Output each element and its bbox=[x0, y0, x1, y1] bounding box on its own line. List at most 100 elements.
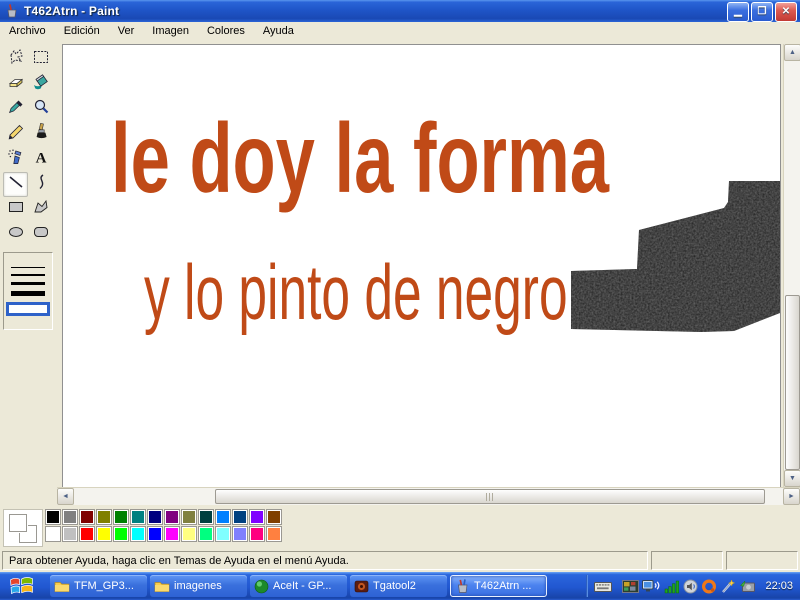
palette-swatch[interactable] bbox=[45, 526, 61, 542]
tool-brush[interactable] bbox=[28, 122, 53, 147]
tool-eraser[interactable] bbox=[3, 72, 28, 97]
menu-item-edicion[interactable]: Edición bbox=[55, 23, 109, 39]
palette-swatch[interactable] bbox=[62, 509, 78, 525]
vertical-scrollbar[interactable]: ▲ ▼ bbox=[783, 44, 800, 487]
folder-icon bbox=[154, 579, 170, 593]
taskbar-button-label: Tgatool2 bbox=[373, 580, 416, 592]
paint-app-icon bbox=[4, 3, 20, 19]
tray-volume-icon[interactable] bbox=[683, 579, 698, 594]
menu-item-colores[interactable]: Colores bbox=[198, 23, 254, 39]
palette-swatch[interactable] bbox=[79, 526, 95, 542]
tray-divider bbox=[586, 575, 588, 597]
scroll-down-button[interactable]: ▼ bbox=[784, 470, 800, 487]
palette-swatch[interactable] bbox=[147, 509, 163, 525]
palette-swatch[interactable] bbox=[249, 509, 265, 525]
tool-select[interactable] bbox=[28, 47, 53, 72]
palette-swatch[interactable] bbox=[164, 509, 180, 525]
palette-swatch[interactable] bbox=[130, 509, 146, 525]
palette-swatch[interactable] bbox=[147, 526, 163, 542]
scroll-up-button[interactable]: ▲ bbox=[784, 44, 800, 61]
taskbar-button-t462atrn[interactable]: T462Atrn ... bbox=[450, 575, 547, 597]
tray-gpu-icon[interactable] bbox=[622, 579, 639, 594]
tool-rectangle[interactable] bbox=[3, 197, 28, 222]
line-width-option-2[interactable] bbox=[11, 274, 45, 276]
line-width-option-1[interactable] bbox=[11, 267, 45, 268]
taskbar: TFM_GP3... imagenesAceIt - GP... Tgatool2 T… bbox=[0, 572, 800, 600]
palette-swatch[interactable] bbox=[215, 509, 231, 525]
tray-signal-bars-icon[interactable] bbox=[664, 579, 680, 594]
palette-swatch[interactable] bbox=[249, 526, 265, 542]
palette-swatch[interactable] bbox=[266, 509, 282, 525]
taskbar-button-tgatool2[interactable]: Tgatool2 bbox=[350, 575, 447, 597]
horizontal-scrollbar[interactable]: ◄ ► bbox=[57, 487, 800, 505]
menu-item-ayuda[interactable]: Ayuda bbox=[254, 23, 303, 39]
tray-removable-media-icon[interactable] bbox=[739, 579, 756, 594]
pencil-icon bbox=[7, 123, 25, 146]
horizontal-scroll-thumb[interactable] bbox=[215, 489, 765, 504]
status-message: Para obtener Ayuda, haga clic en Temas d… bbox=[2, 551, 648, 570]
window-title: T462Atrn - Paint bbox=[24, 4, 119, 18]
vertical-scroll-thumb[interactable] bbox=[785, 295, 800, 470]
scroll-right-button[interactable]: ► bbox=[783, 488, 800, 505]
palette-swatch[interactable] bbox=[215, 526, 231, 542]
menu-item-imagen[interactable]: Imagen bbox=[143, 23, 198, 39]
tool-ellipse[interactable] bbox=[3, 222, 28, 247]
eraser-icon bbox=[7, 73, 25, 96]
tool-line[interactable] bbox=[3, 172, 28, 197]
tray-magic-wand-icon[interactable] bbox=[720, 579, 736, 594]
start-button[interactable] bbox=[8, 575, 38, 597]
painted-black-shape bbox=[63, 45, 780, 487]
drawing-canvas[interactable]: le doy la forma y lo pinto de negro bbox=[62, 44, 781, 488]
palette-swatch[interactable] bbox=[232, 526, 248, 542]
tool-rounded-rectangle[interactable] bbox=[28, 222, 53, 247]
menu-item-archivo[interactable]: Archivo bbox=[0, 23, 55, 39]
tool-pick-color[interactable] bbox=[3, 97, 28, 122]
free-form-select-icon bbox=[7, 48, 25, 71]
palette-swatch[interactable] bbox=[96, 526, 112, 542]
line-width-option-4[interactable] bbox=[11, 291, 45, 296]
line-width-option-3[interactable] bbox=[11, 282, 45, 285]
minimize-button[interactable]: ▁ bbox=[727, 2, 749, 22]
palette-swatch[interactable] bbox=[266, 526, 282, 542]
tool-polygon[interactable] bbox=[28, 197, 53, 222]
color-bar bbox=[0, 505, 800, 548]
palette-swatch[interactable] bbox=[181, 509, 197, 525]
taskbar-button-label: TFM_GP3... bbox=[74, 580, 134, 592]
close-icon: ✕ bbox=[782, 7, 790, 17]
tool-text[interactable]: A bbox=[28, 147, 53, 172]
tool-fill[interactable] bbox=[28, 72, 53, 97]
current-colors-indicator bbox=[3, 509, 43, 547]
palette-swatch[interactable] bbox=[130, 526, 146, 542]
palette-swatch[interactable] bbox=[232, 509, 248, 525]
select-icon bbox=[32, 48, 50, 71]
brush-icon bbox=[32, 123, 50, 146]
tool-airbrush[interactable] bbox=[3, 147, 28, 172]
taskbar-button-aceit-gp[interactable]: AceIt - GP... bbox=[250, 575, 347, 597]
line-width-option-5-selected[interactable] bbox=[6, 302, 50, 316]
palette-swatch[interactable] bbox=[79, 509, 95, 525]
restore-button[interactable]: ❐ bbox=[751, 2, 773, 22]
tray-keyboard-icon[interactable] bbox=[594, 579, 612, 594]
tool-pencil[interactable] bbox=[3, 122, 28, 147]
taskbar-button-tfm-gp3[interactable]: TFM_GP3... bbox=[50, 575, 147, 597]
palette-swatch[interactable] bbox=[198, 526, 214, 542]
tool-curve[interactable] bbox=[28, 172, 53, 197]
menu-item-ver[interactable]: Ver bbox=[109, 23, 144, 39]
scroll-left-button[interactable]: ◄ bbox=[57, 488, 74, 505]
palette-swatch[interactable] bbox=[198, 509, 214, 525]
palette-swatch[interactable] bbox=[113, 526, 129, 542]
palette-swatch[interactable] bbox=[181, 526, 197, 542]
close-button[interactable]: ✕ bbox=[775, 2, 797, 22]
tray-orange-ring-icon[interactable] bbox=[701, 579, 717, 594]
ellipse-icon bbox=[7, 223, 25, 246]
palette-swatch[interactable] bbox=[62, 526, 78, 542]
tool-magnifier[interactable] bbox=[28, 97, 53, 122]
tool-free-form-select[interactable] bbox=[3, 47, 28, 72]
palette-swatch[interactable] bbox=[45, 509, 61, 525]
magnifier-icon bbox=[32, 98, 50, 121]
tray-display-network-icon[interactable] bbox=[642, 579, 661, 594]
palette-swatch[interactable] bbox=[113, 509, 129, 525]
palette-swatch[interactable] bbox=[164, 526, 180, 542]
taskbar-button-imagenes[interactable]: imagenes bbox=[150, 575, 247, 597]
palette-swatch[interactable] bbox=[96, 509, 112, 525]
